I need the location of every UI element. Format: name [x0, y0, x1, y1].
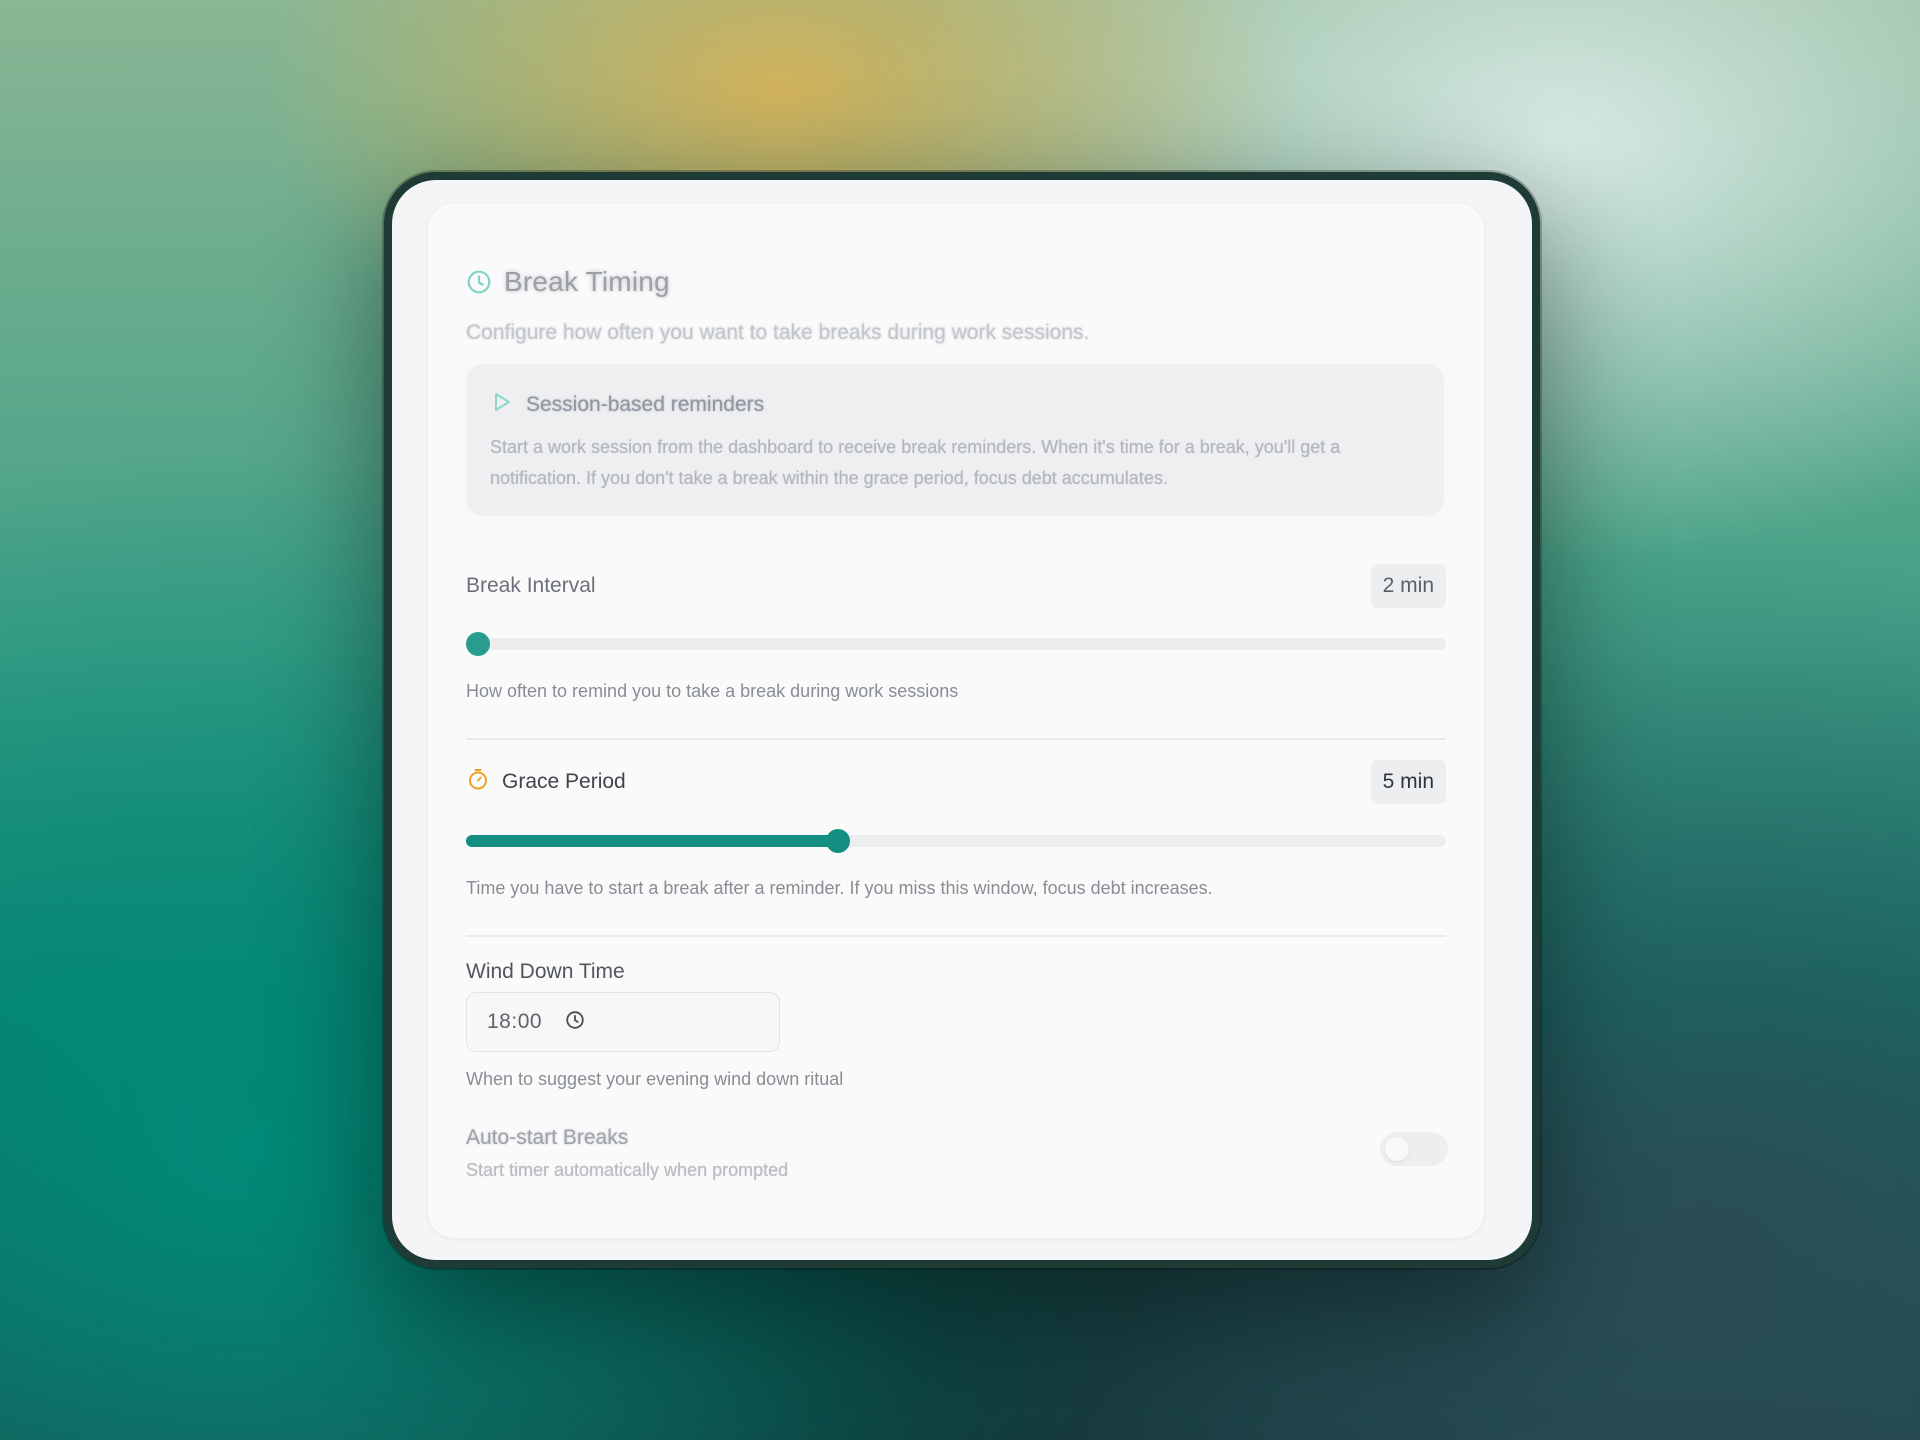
- wind-down-time-value: 18:00: [487, 1010, 543, 1033]
- wind-down-label: Wind Down Time: [466, 960, 625, 983]
- break-interval-slider[interactable]: [466, 632, 1446, 656]
- info-text: Start a work session from the dashboard …: [490, 437, 1341, 488]
- grace-period-value: 5 min: [1370, 760, 1446, 804]
- section-subtitle: Configure how often you want to take bre…: [466, 321, 1090, 344]
- break-interval-value: 2 min: [1370, 564, 1446, 608]
- session-info-box: Session-based reminders Start a work ses…: [466, 364, 1444, 516]
- section-header: Break Timing: [466, 266, 670, 298]
- divider: [466, 738, 1446, 740]
- clock-icon[interactable]: [564, 1009, 586, 1036]
- info-title: Session-based reminders: [526, 392, 765, 416]
- info-header: Session-based reminders: [490, 390, 764, 419]
- wind-down-time-input[interactable]: 18:00: [466, 992, 780, 1052]
- play-icon: [490, 390, 514, 419]
- break-interval-help: How often to remind you to take a break …: [466, 681, 959, 701]
- grace-period-help: Time you have to start a break after a r…: [466, 878, 1213, 898]
- break-timing-card: Break Timing Configure how often you wan…: [428, 204, 1484, 1238]
- auto-start-toggle-knob: [1385, 1137, 1409, 1161]
- divider: [466, 935, 1446, 937]
- auto-start-toggle[interactable]: [1380, 1132, 1448, 1166]
- grace-period-label-group: Grace Period: [466, 767, 626, 797]
- auto-start-description: Start timer automatically when prompted: [466, 1160, 789, 1180]
- break-interval-label: Break Interval: [466, 574, 596, 597]
- grace-period-slider[interactable]: [466, 829, 1446, 853]
- auto-start-label: Auto-start Breaks: [466, 1126, 629, 1149]
- break-interval-row: Break Interval 2 min: [466, 564, 1446, 608]
- grace-period-slider-fill: [466, 835, 839, 847]
- section-title: Break Timing: [504, 266, 670, 297]
- wind-down-help: When to suggest your evening wind down r…: [466, 1069, 844, 1089]
- settings-screen: Break Timing Configure how often you wan…: [392, 180, 1532, 1260]
- timer-icon: [466, 767, 490, 797]
- break-interval-slider-thumb[interactable]: [466, 632, 490, 656]
- grace-period-row: Grace Period 5 min: [466, 760, 1446, 804]
- grace-period-slider-thumb[interactable]: [826, 829, 851, 853]
- grace-period-label: Grace Period: [502, 770, 626, 793]
- clock-icon: [466, 269, 492, 295]
